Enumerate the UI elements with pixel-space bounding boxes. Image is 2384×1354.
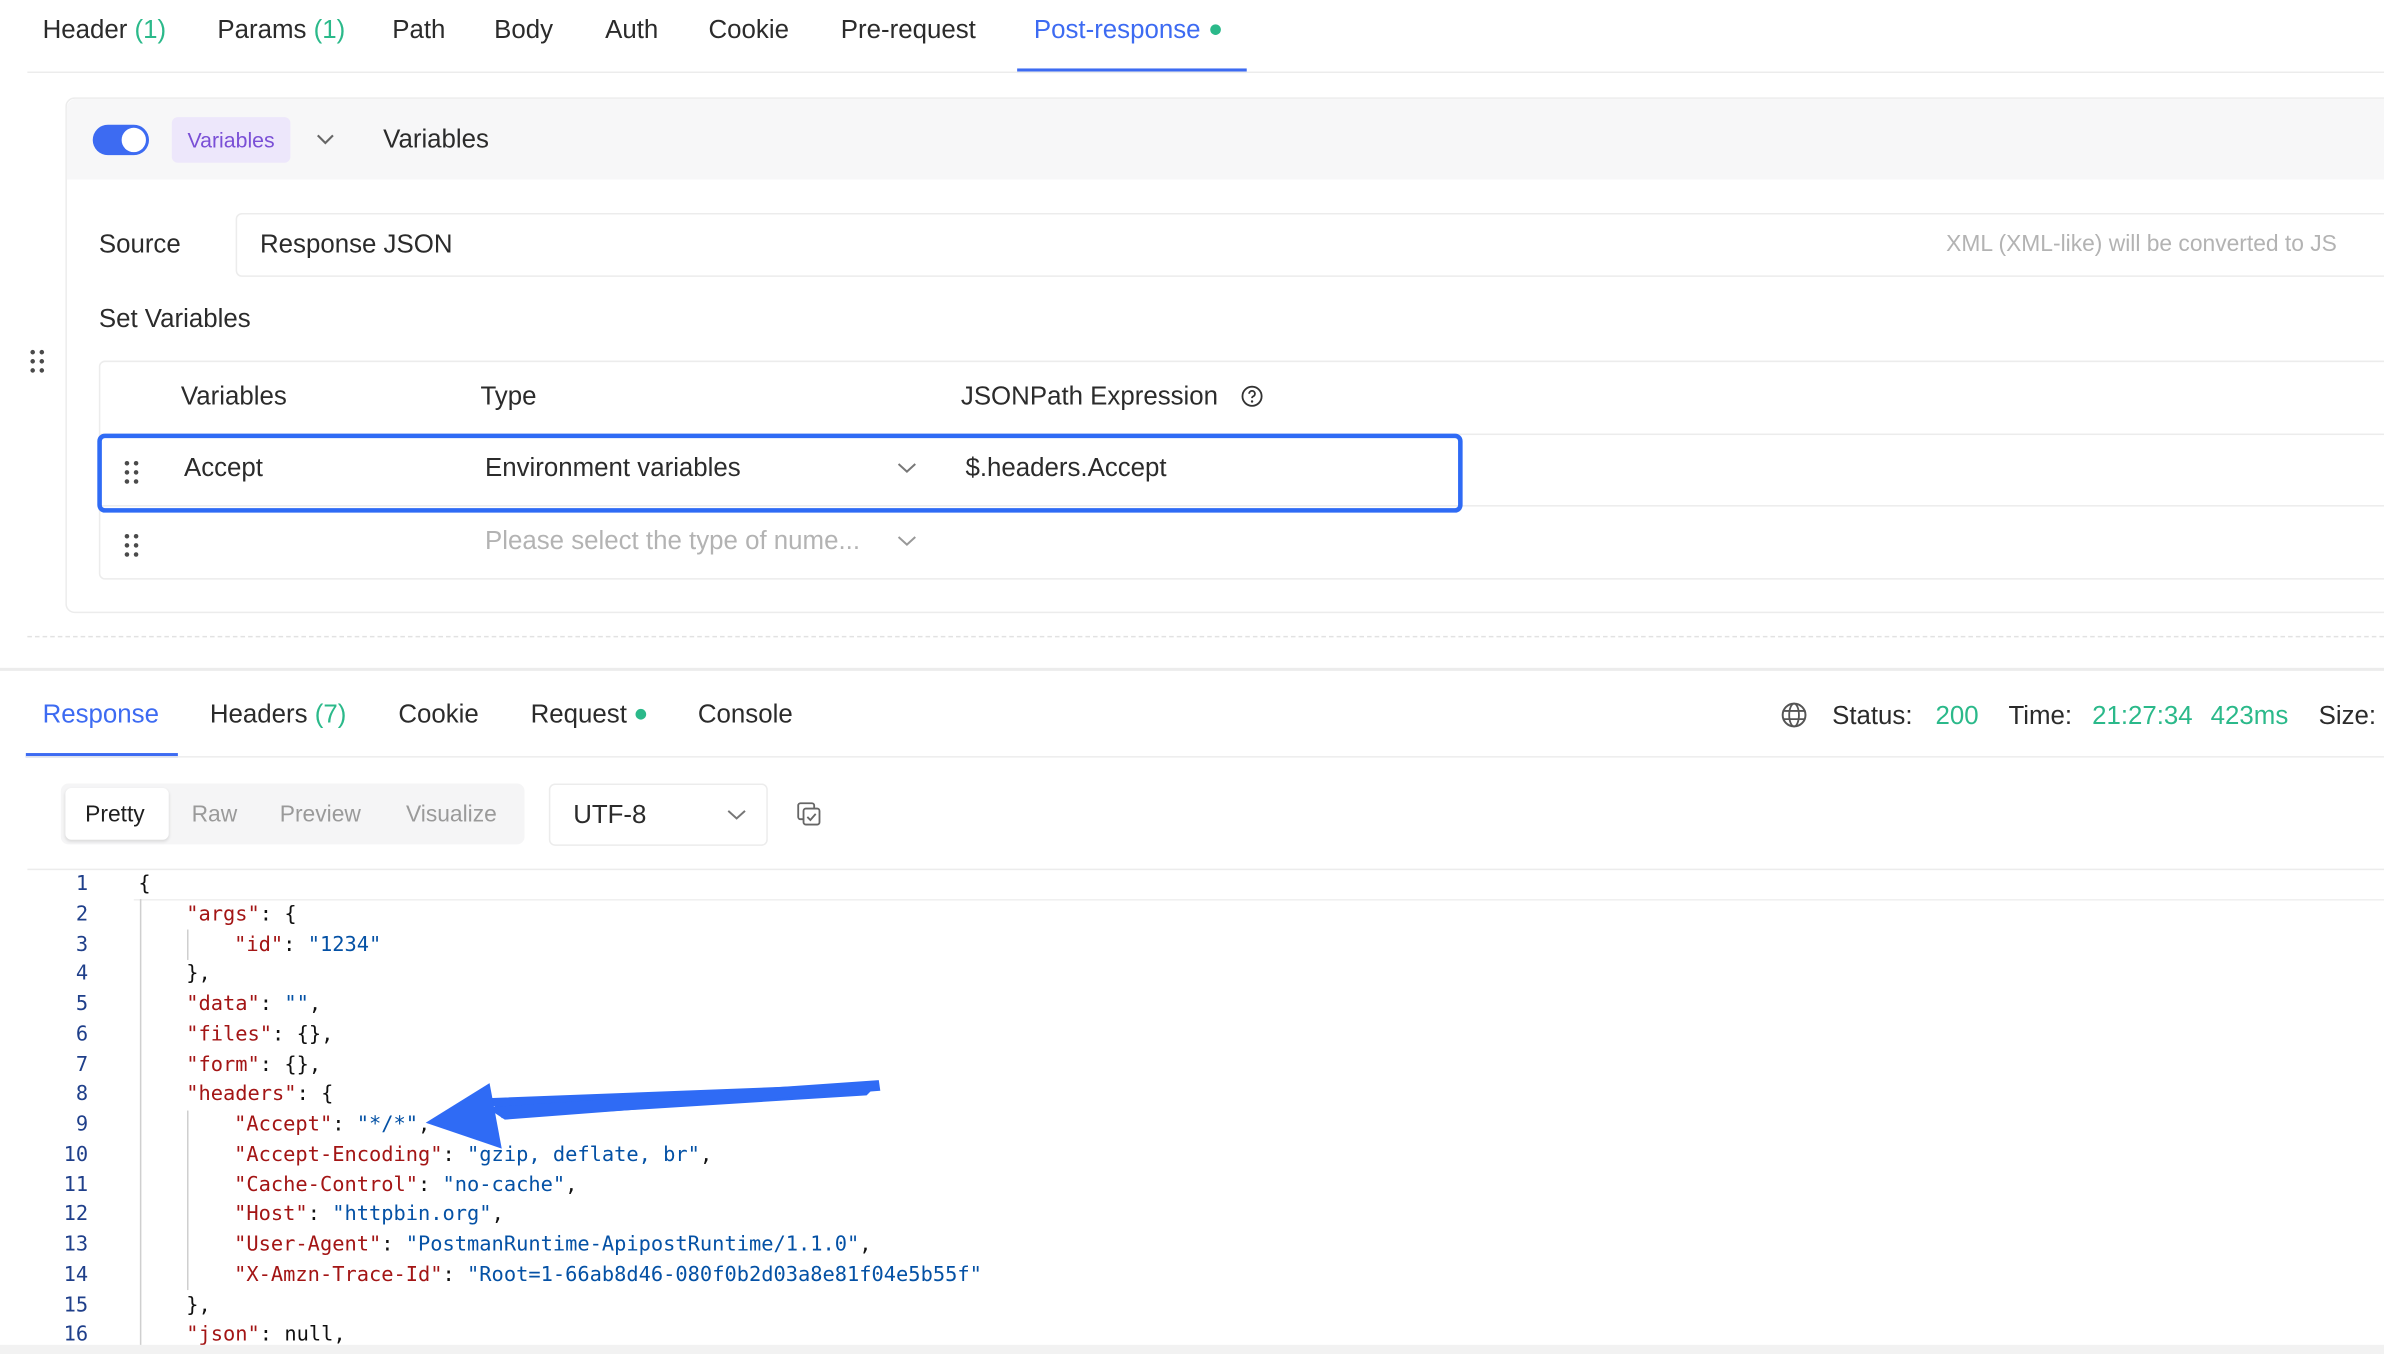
chevron-down-icon xyxy=(727,810,746,820)
current-line-highlight xyxy=(133,869,2384,901)
status-label: Status: xyxy=(1832,701,1913,731)
chevron-down-icon[interactable] xyxy=(897,534,917,548)
chevron-down-icon[interactable] xyxy=(316,132,334,146)
set-variables-label: Set Variables xyxy=(98,304,251,334)
variable-row-highlight xyxy=(97,433,1463,513)
annotation-arrow-icon xyxy=(425,1080,881,1149)
code-line: "id": "1234" xyxy=(234,933,382,957)
encoding-select[interactable]: UTF-8 xyxy=(548,783,768,846)
tab-response-cookie[interactable]: Cookie xyxy=(398,700,478,730)
row-drag-handle[interactable] xyxy=(124,533,139,557)
indent-guide xyxy=(187,1110,189,1291)
pane-splitter[interactable] xyxy=(0,667,2384,671)
status-code: 200 xyxy=(1935,701,1979,731)
chevron-down-icon[interactable] xyxy=(897,461,917,475)
view-raw[interactable]: Raw xyxy=(192,802,238,828)
tab-console[interactable]: Console xyxy=(698,700,793,730)
processor-title: Variables xyxy=(383,124,489,154)
modified-dot xyxy=(636,708,647,720)
tab-headers[interactable]: Headers (7) xyxy=(210,700,347,730)
tab-pre-request[interactable]: Pre-request xyxy=(841,15,976,45)
modified-dot xyxy=(1209,24,1221,36)
tab-path[interactable]: Path xyxy=(392,15,445,45)
dashed-separator xyxy=(27,635,2384,638)
time-label: Time: xyxy=(2008,701,2073,731)
code-line: "headers": { xyxy=(186,1083,334,1107)
code-line: "json": null, xyxy=(186,1323,346,1347)
row-drag-handle[interactable] xyxy=(124,460,139,484)
view-preview[interactable]: Preview xyxy=(280,802,361,828)
col-jsonpath: JSONPath Expression xyxy=(960,381,1219,411)
line-number: 11 xyxy=(63,1173,89,1197)
tab-cookie[interactable]: Cookie xyxy=(709,15,789,45)
stage: Header (1) Params (1) Path Body Auth Coo… xyxy=(0,0,2384,1354)
tab-divider xyxy=(27,71,2384,74)
code-line: { xyxy=(138,873,151,897)
encoding-value: UTF-8 xyxy=(573,800,647,830)
view-visualize[interactable]: Visualize xyxy=(406,802,497,828)
line-number: 3 xyxy=(75,933,89,957)
bottom-scroll-track[interactable] xyxy=(0,1344,2384,1354)
duration-value: 423ms xyxy=(2210,701,2289,731)
indent-guide xyxy=(187,929,189,960)
line-number: 2 xyxy=(75,903,89,927)
source-label: Source xyxy=(98,229,181,259)
time-value: 21:27:34 xyxy=(2092,701,2193,731)
code-line: "data": "", xyxy=(186,993,322,1017)
line-number: 7 xyxy=(75,1053,89,1077)
copy-icon[interactable] xyxy=(795,800,822,827)
tab-body[interactable]: Body xyxy=(494,15,553,45)
code-line: "X-Amzn-Trace-Id": "Root=1-66ab8d46-080f… xyxy=(234,1263,982,1287)
line-number: 6 xyxy=(75,1023,89,1047)
code-line: "files": {}, xyxy=(186,1023,334,1047)
code-line: }, xyxy=(186,1293,211,1317)
code-line: "User-Agent": "PostmanRuntime-ApipostRun… xyxy=(234,1233,872,1257)
code-line: "Cache-Control": "no-cache", xyxy=(234,1173,578,1197)
panel-drag-handle[interactable] xyxy=(30,349,45,373)
source-hint: XML (XML-like) will be converted to JS xyxy=(1946,231,2337,258)
col-type: Type xyxy=(480,381,537,411)
line-number: 9 xyxy=(75,1113,89,1137)
processor-type-tag: Variables xyxy=(171,117,291,163)
jsonpath-input[interactable]: $.headers.Accept xyxy=(965,453,1166,483)
indent-guide xyxy=(139,899,142,1348)
tab-params[interactable]: Params (1) xyxy=(217,15,345,45)
code-line: "Host": "httpbin.org", xyxy=(234,1203,504,1227)
code-line: "form": {}, xyxy=(186,1053,322,1077)
line-number: 14 xyxy=(63,1263,89,1287)
tab-request[interactable]: Request xyxy=(531,700,647,730)
line-number: 5 xyxy=(75,993,89,1017)
code-line: "args": { xyxy=(186,903,297,927)
view-pretty[interactable]: Pretty xyxy=(85,802,145,828)
enable-toggle[interactable] xyxy=(92,124,149,156)
help-icon[interactable] xyxy=(1241,385,1264,408)
globe-icon[interactable] xyxy=(1780,701,1807,728)
tab-divider xyxy=(25,756,2384,758)
post-processor-card: Variables Variables Source Response JSON… xyxy=(65,97,2384,614)
line-number: 15 xyxy=(63,1293,89,1317)
code-line: }, xyxy=(186,963,211,987)
tab-header[interactable]: Header (1) xyxy=(43,15,167,45)
source-select[interactable]: Response JSON XML (XML-like) will be con… xyxy=(235,212,2384,277)
source-value: Response JSON xyxy=(259,229,453,259)
size-label: Size: xyxy=(2318,701,2377,731)
line-number: 16 xyxy=(63,1323,89,1347)
line-number: 4 xyxy=(75,963,89,987)
variable-name-input[interactable]: Accept xyxy=(184,453,263,483)
line-number: 1 xyxy=(75,873,89,897)
col-variables: Variables xyxy=(180,381,287,411)
line-number: 10 xyxy=(63,1143,89,1167)
code-line: "Accept": "*/*", xyxy=(234,1113,431,1137)
line-number: 12 xyxy=(63,1203,89,1227)
line-number: 8 xyxy=(75,1083,89,1107)
type-select-placeholder[interactable]: Please select the type of nume... xyxy=(485,526,860,556)
line-number: 13 xyxy=(63,1233,89,1257)
tab-auth[interactable]: Auth xyxy=(605,15,658,45)
variable-type-select[interactable]: Environment variables xyxy=(485,453,741,483)
tab-post-response[interactable]: Post-response xyxy=(1034,15,1221,45)
tab-response[interactable]: Response xyxy=(43,700,159,730)
